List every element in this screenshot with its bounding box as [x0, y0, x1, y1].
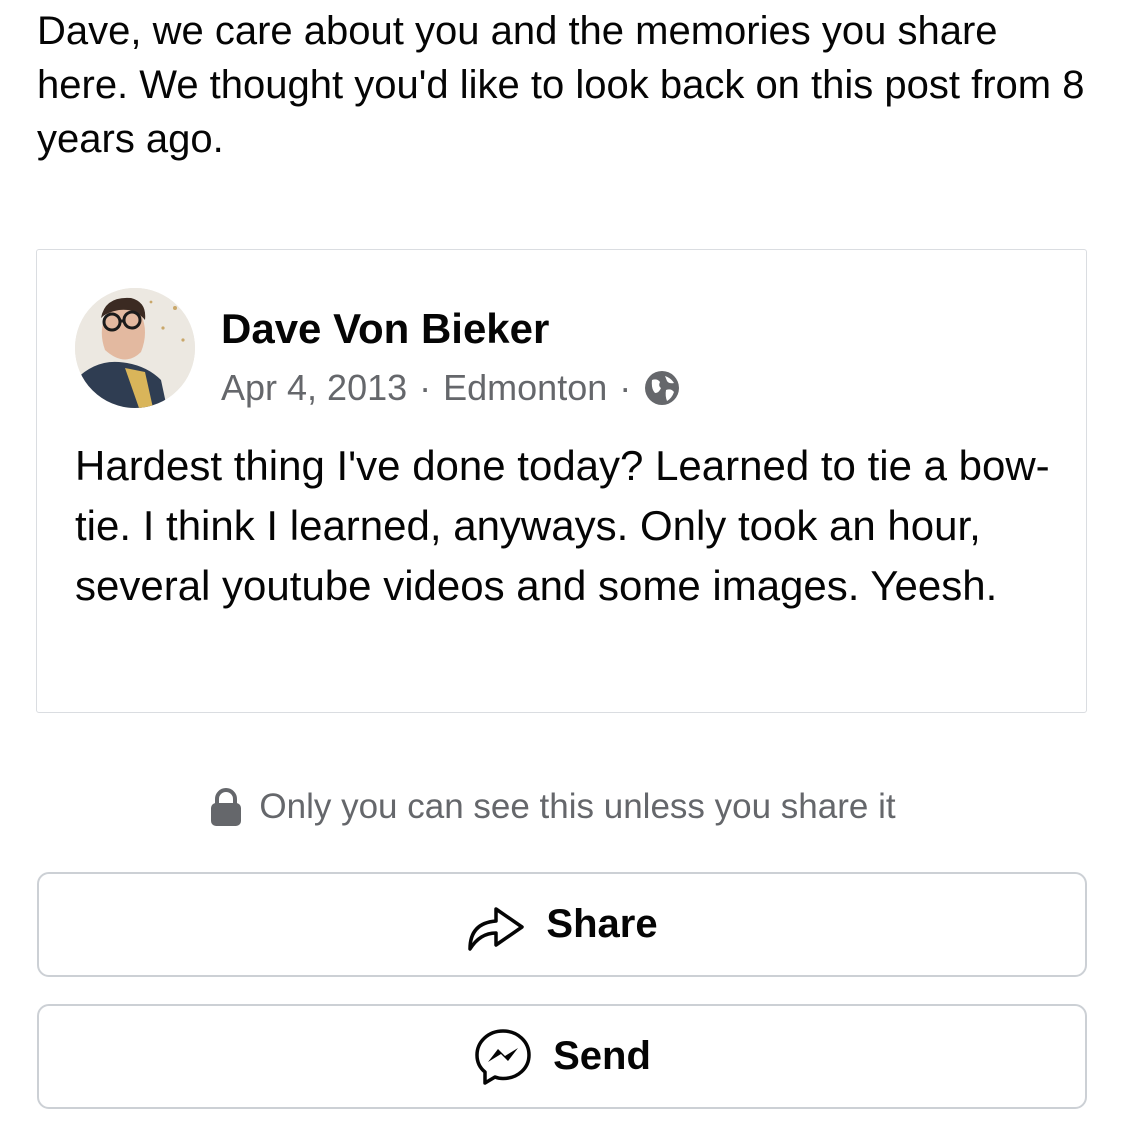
send-button[interactable]: Send	[37, 1004, 1087, 1109]
post-location[interactable]: Edmonton	[443, 367, 607, 409]
post-body-text: Hardest thing I've done today? Learned t…	[75, 442, 1050, 609]
post-date[interactable]: Apr 4, 2013	[221, 367, 407, 409]
messenger-icon	[473, 1027, 533, 1087]
post-meta: Apr 4, 2013 · Edmonton ·	[221, 367, 681, 409]
globe-icon[interactable]	[643, 369, 681, 407]
share-button[interactable]: Share	[37, 872, 1087, 977]
meta-separator: ·	[419, 367, 432, 408]
privacy-notice-text: Only you can see this unless you share i…	[259, 787, 896, 826]
avatar-image	[75, 288, 195, 408]
lock-icon	[209, 787, 243, 827]
memory-post-card[interactable]: Dave Von Bieker Apr 4, 2013 · Edmonton ·…	[36, 249, 1087, 713]
memory-intro-text: Dave, we care about you and the memories…	[37, 9, 1085, 161]
privacy-notice: Only you can see this unless you share i…	[0, 787, 1125, 827]
share-button-label: Share	[546, 902, 658, 946]
meta-separator: ·	[619, 367, 632, 408]
share-arrow-icon	[466, 895, 526, 955]
send-button-label: Send	[553, 1034, 651, 1078]
post-author-name[interactable]: Dave Von Bieker	[221, 305, 549, 353]
avatar[interactable]	[75, 288, 195, 408]
